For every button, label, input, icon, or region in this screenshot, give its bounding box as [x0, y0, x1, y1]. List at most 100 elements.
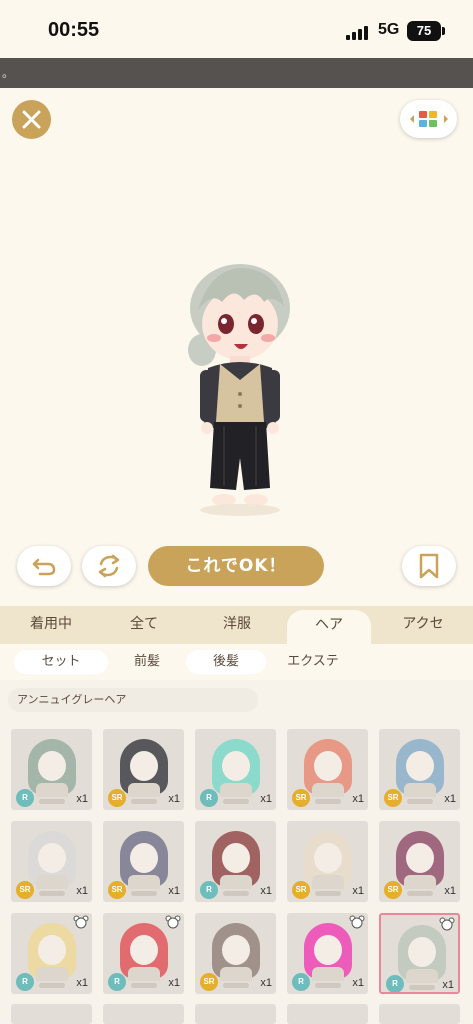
network-label: 5G — [378, 21, 400, 38]
rarity-badge: R — [386, 975, 404, 992]
mannequin-face — [222, 843, 250, 873]
refresh-button[interactable] — [82, 546, 136, 586]
mannequin-bust — [404, 875, 436, 889]
mannequin-bust — [220, 783, 252, 797]
mannequin-stand — [315, 891, 341, 896]
mannequin-face — [38, 751, 66, 781]
item-card[interactable] — [11, 1004, 92, 1024]
rarity-badge: SR — [292, 881, 310, 899]
item-count: x1 — [352, 977, 364, 989]
tab-wearing[interactable]: 着用中 — [4, 606, 98, 644]
mannequin-bust — [128, 967, 160, 981]
mannequin-stand — [407, 799, 433, 804]
mannequin-stand — [223, 799, 249, 804]
item-card[interactable]: Rx1 — [11, 913, 92, 994]
tab-clothes[interactable]: 洋服 — [190, 606, 284, 644]
rarity-badge: SR — [108, 881, 126, 899]
item-card[interactable]: Rx1 — [103, 913, 184, 994]
news-ticker: 。 — [0, 58, 473, 88]
mannequin-face — [406, 751, 434, 781]
color-palette-button[interactable] — [400, 100, 457, 138]
bear-badge-icon — [349, 915, 365, 929]
subtab-back-hair[interactable]: 後髪 — [186, 650, 266, 674]
mannequin-bust — [128, 783, 160, 797]
item-card[interactable]: SR x1 — [103, 821, 184, 902]
tab-hair[interactable]: ヘア — [287, 610, 371, 644]
item-card[interactable] — [379, 1004, 460, 1024]
mannequin-stand — [407, 891, 433, 896]
category-tabbar: 着用中 全て 洋服 ヘア アクセ — [0, 606, 473, 644]
mannequin-bust — [220, 875, 252, 889]
mannequin-face — [222, 751, 250, 781]
item-card[interactable] — [195, 1004, 276, 1024]
item-card[interactable]: SR x1 — [287, 821, 368, 902]
mannequin-stand — [39, 799, 65, 804]
item-count: x1 — [260, 977, 272, 989]
bear-badge-icon — [439, 917, 455, 931]
subtab-extension[interactable]: エクステ — [268, 650, 358, 674]
item-count: x1 — [442, 979, 454, 991]
confirm-ok-button[interactable]: これでOK！ — [148, 546, 324, 586]
bear-badge-icon — [165, 915, 181, 929]
rarity-badge: SR — [384, 789, 402, 807]
mannequin-stand — [409, 985, 435, 990]
mannequin-face — [314, 935, 342, 965]
item-card[interactable]: SR x1 — [195, 913, 276, 994]
signal-icon — [346, 24, 370, 40]
rarity-badge: R — [108, 973, 126, 991]
mannequin-stand — [223, 891, 249, 896]
rarity-badge: SR — [384, 881, 402, 899]
mannequin-stand — [131, 891, 157, 896]
item-card[interactable]: Rx1 — [195, 821, 276, 902]
item-card[interactable]: SR x1 — [287, 729, 368, 810]
rarity-badge: R — [292, 973, 310, 991]
item-card[interactable]: Rx1 — [11, 729, 92, 810]
rarity-badge: SR — [292, 789, 310, 807]
item-card[interactable]: SR x1 — [379, 729, 460, 810]
item-card[interactable]: Rx1 — [195, 729, 276, 810]
mannequin-stand — [131, 983, 157, 988]
undo-button[interactable] — [17, 546, 71, 586]
item-card[interactable]: SR x1 — [379, 821, 460, 902]
item-count: x1 — [168, 793, 180, 805]
mannequin-stand — [39, 983, 65, 988]
tab-all[interactable]: 全て — [97, 606, 191, 644]
selected-item-name: アンニュイグレーヘア — [8, 688, 258, 712]
item-card[interactable] — [287, 1004, 368, 1024]
close-button[interactable] — [12, 100, 51, 139]
subtab-set[interactable]: セット — [14, 650, 108, 674]
item-count: x1 — [444, 793, 456, 805]
mannequin-bust — [36, 967, 68, 981]
item-count: x1 — [260, 885, 272, 897]
mannequin-face — [38, 843, 66, 873]
battery-icon: 75 — [407, 21, 441, 41]
item-count: x1 — [260, 793, 272, 805]
mannequin-bust — [404, 783, 436, 797]
mannequin-bust — [312, 783, 344, 797]
bookmark-button[interactable] — [402, 546, 456, 586]
item-count: x1 — [352, 885, 364, 897]
mannequin-stand — [39, 891, 65, 896]
item-card[interactable]: SR x1 — [103, 729, 184, 810]
rarity-badge: SR — [16, 881, 34, 899]
item-card[interactable]: Rx1 — [379, 913, 460, 994]
mannequin-face — [406, 843, 434, 873]
item-count: x1 — [168, 977, 180, 989]
item-card[interactable]: Rx1 — [287, 913, 368, 994]
mannequin-stand — [315, 983, 341, 988]
item-card[interactable]: SR x1 — [11, 821, 92, 902]
tab-accessories[interactable]: アクセ — [376, 606, 470, 644]
rarity-badge: R — [16, 973, 34, 991]
mannequin-face — [408, 937, 436, 967]
subtab-front-hair[interactable]: 前髪 — [110, 650, 184, 674]
item-card[interactable] — [103, 1004, 184, 1024]
mannequin-stand — [315, 799, 341, 804]
bookmark-icon — [419, 553, 439, 579]
mannequin-bust — [312, 875, 344, 889]
mannequin-face — [130, 751, 158, 781]
rarity-badge: R — [200, 789, 218, 807]
item-count: x1 — [76, 885, 88, 897]
undo-icon — [32, 558, 56, 576]
mannequin-face — [130, 843, 158, 873]
mannequin-bust — [312, 967, 344, 981]
